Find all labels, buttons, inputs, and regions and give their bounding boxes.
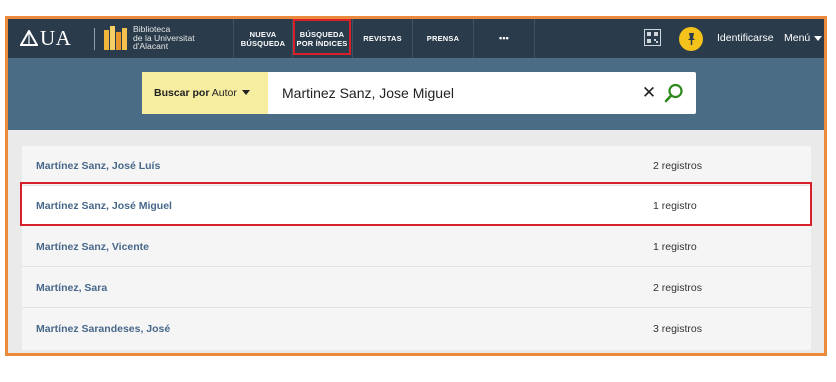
chevron-down-icon (242, 90, 250, 95)
menu-label: Menú (784, 32, 811, 44)
menu-button[interactable]: Menú (784, 19, 823, 58)
search-icon[interactable] (663, 82, 685, 104)
nav-label-line: PRENSA (426, 34, 460, 43)
result-name[interactable]: Martínez Sanz, Vicente (36, 227, 149, 267)
nav-label-line: REVISTAS (363, 34, 402, 43)
list-item[interactable]: Martínez, Sara 2 registros (22, 268, 811, 308)
result-name[interactable]: Martínez Sanz, José Luís (36, 146, 160, 186)
selector-label-bold: Buscar por (154, 87, 210, 99)
library-logo[interactable]: Biblioteca de la Universitat d'Alacant (104, 25, 195, 51)
top-navigation-bar: UA Biblioteca de la Universitat d'Alacan… (8, 19, 824, 58)
result-count: 3 registros (653, 323, 703, 335)
library-name-line: d'Alacant (133, 41, 169, 52)
pin-button[interactable] (679, 27, 703, 51)
nav-highlight-box (293, 19, 351, 55)
search-field-selector[interactable]: Buscar por Autor (142, 72, 268, 114)
nav-nueva-busqueda[interactable]: NUEVA BÚSQUEDA (234, 19, 292, 58)
nav-prensa[interactable]: PRENSA (413, 19, 473, 58)
result-name[interactable]: Martínez Sarandeses, José (36, 309, 170, 349)
search-box: Buscar por Autor Martinez Sanz, Jose Mig… (142, 72, 696, 114)
selector-value: Autor (211, 87, 237, 99)
result-count: 2 registros (653, 282, 703, 294)
chevron-down-icon (814, 35, 823, 41)
library-name: Biblioteca de la Universitat d'Alacant (133, 25, 195, 51)
result-name[interactable]: Martínez, Sara (36, 268, 107, 308)
results-list: Martínez Sanz, José Luís 2 registros Mar… (22, 146, 811, 350)
login-link[interactable]: Identificarse (717, 19, 774, 58)
list-item[interactable]: Martínez Sanz, José Luís 2 registros (22, 146, 811, 186)
nav-label-line: BÚSQUEDA (240, 38, 286, 48)
result-count: 1 registro (653, 241, 697, 253)
screenshot-frame: UA Biblioteca de la Universitat d'Alacan… (5, 16, 827, 356)
search-input[interactable]: Martinez Sanz, Jose Miguel (282, 72, 454, 114)
ua-logo-text: UA (40, 25, 72, 50)
nav-divider (534, 19, 535, 58)
ua-logo-mark-icon (20, 30, 38, 46)
selector-label: Buscar por Autor (154, 87, 237, 99)
ua-logo[interactable]: UA (20, 25, 72, 50)
more-icon: ••• (498, 33, 510, 43)
qr-code-icon[interactable] (644, 29, 661, 46)
nav-label-line: NUEVA (249, 29, 277, 39)
clear-icon[interactable]: ✕ (639, 83, 659, 103)
result-count: 2 registros (653, 160, 703, 172)
pin-icon (688, 33, 695, 45)
list-item[interactable]: Martínez Sarandeses, José 3 registros (22, 309, 811, 349)
search-band: Buscar por Autor Martinez Sanz, Jose Mig… (8, 58, 824, 130)
nav-revistas[interactable]: REVISTAS (353, 19, 412, 58)
books-icon (104, 25, 128, 50)
logo-divider (94, 28, 95, 50)
nav-more[interactable]: ••• (474, 19, 534, 58)
row-highlight-box (20, 182, 812, 226)
list-item[interactable]: Martínez Sanz, Vicente 1 registro (22, 227, 811, 267)
